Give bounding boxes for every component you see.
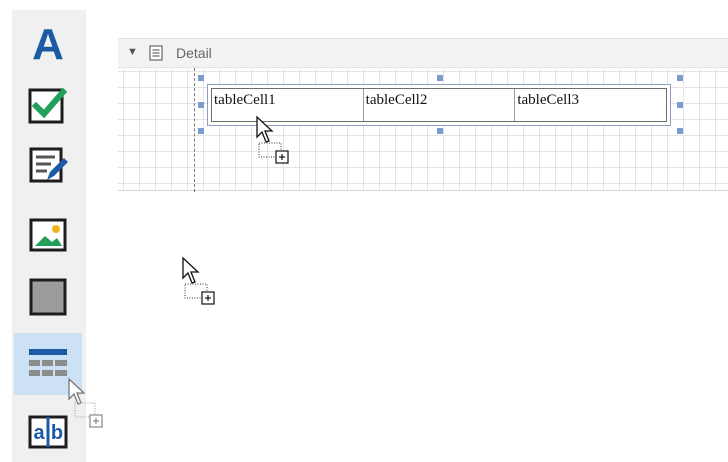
table-cell-3[interactable]: tableCell3	[515, 89, 666, 121]
label-icon: A	[32, 20, 64, 69]
richtext-tool-button[interactable]	[14, 136, 82, 194]
drag-copy-cursor-icon	[256, 115, 289, 164]
band-icon	[149, 45, 163, 61]
picture-icon	[29, 218, 67, 252]
resize-handle-se[interactable]	[677, 128, 683, 134]
left-margin-line[interactable]	[194, 68, 195, 192]
panel-tool-button[interactable]	[14, 268, 82, 326]
resize-handle-e[interactable]	[677, 102, 683, 108]
panel-icon	[29, 278, 67, 316]
band-bottom-border	[118, 190, 728, 191]
comb-letter-a: a	[33, 422, 45, 444]
label-tool-button[interactable]: A	[14, 16, 82, 74]
resize-handle-n[interactable]	[437, 75, 443, 81]
detail-band-header[interactable]: ▼ Detail	[118, 38, 728, 68]
picture-tool-button[interactable]	[14, 206, 82, 264]
collapse-caret-icon[interactable]: ▼	[127, 46, 138, 58]
character-comb-icon: a b	[28, 415, 68, 449]
resize-handle-w[interactable]	[198, 102, 204, 108]
richtext-edit-icon	[29, 147, 68, 183]
table-cell-2[interactable]: tableCell2	[364, 89, 516, 121]
resize-handle-nw[interactable]	[198, 75, 204, 81]
band-title: Detail	[176, 45, 212, 61]
table-icon	[29, 349, 67, 376]
resize-handle-sw[interactable]	[198, 128, 204, 134]
resize-handle-s[interactable]	[437, 128, 443, 134]
drag-copy-cursor-icon	[68, 377, 103, 428]
resize-handle-ne[interactable]	[677, 75, 683, 81]
comb-letter-b: b	[51, 422, 63, 444]
checkbox-icon	[28, 87, 68, 124]
checkbox-tool-button[interactable]	[14, 76, 82, 134]
drag-copy-cursor-icon	[182, 256, 215, 305]
